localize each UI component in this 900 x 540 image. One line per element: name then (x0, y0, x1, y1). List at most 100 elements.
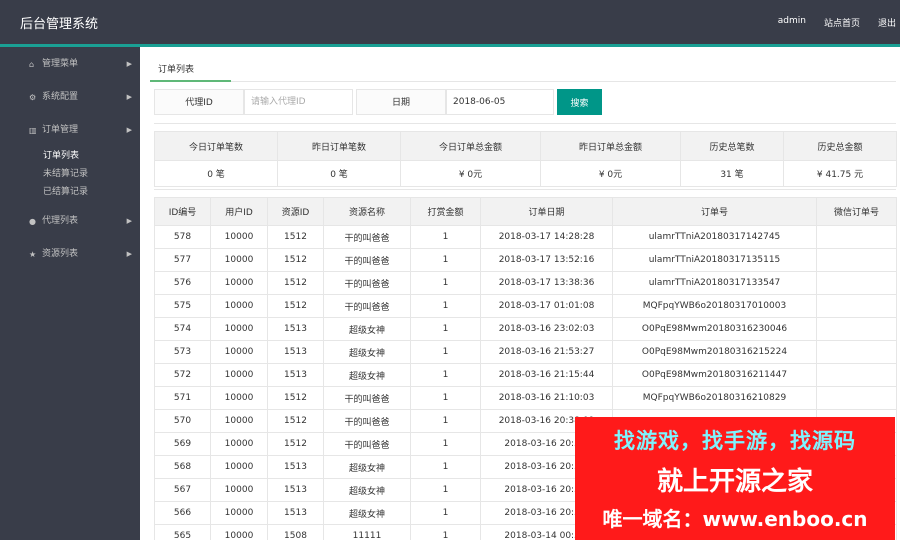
nav-site-home-link[interactable]: 站点首页 (824, 16, 860, 29)
table-row: 574 10000 1513 超级女神 1 2018-03-16 23:02:03 O0Pq… (154, 317, 897, 341)
submenu-settled-records[interactable]: 已结算记录 (0, 183, 140, 201)
sidebar-item-order-manage[interactable]: ▥ 订单管理 ▶ (0, 114, 140, 147)
sidebar-item-resource-list[interactable]: ★ 资源列表 ▶ (0, 238, 140, 271)
summary-value-row: 0 笔0 笔 ¥ 0元 ¥ 0元 31 笔 ¥ 41.75 元 (154, 160, 897, 187)
table-cell: O0PqE98Mwm20180316211447 (612, 363, 817, 387)
summary-value-cell: ¥ 0元 (400, 160, 541, 187)
table-row: 577 10000 1512 干的叫爸爸 1 2018-03-17 13:52:16 ula… (154, 248, 897, 272)
order-submenu: 订单列表 未结算记录 已结算记录 (0, 147, 140, 205)
summary-value-cell: 0 笔 (277, 160, 401, 187)
table-cell: 干的叫爸爸 (323, 271, 411, 295)
table-row: 571 10000 1512 干的叫爸爸 1 2018-03-16 21:10:03 MQF… (154, 386, 897, 410)
table-cell: 1 (410, 271, 481, 295)
search-button[interactable]: 搜索 (557, 89, 602, 115)
app-title: 后台管理系统 (20, 17, 99, 32)
table-cell: 10000 (210, 432, 268, 456)
table-cell: 干的叫爸爸 (323, 432, 411, 456)
table-cell: 10000 (210, 317, 268, 341)
summary-header-cell: 历史总笔数 (680, 131, 784, 161)
table-cell: ulamrTTniA20180317133547 (612, 271, 817, 295)
table-cell: 2018-03-16 23:02:03 (480, 317, 613, 341)
table-cell: O0PqE98Mwm20180316230046 (612, 317, 817, 341)
table-cell: 1 (410, 340, 481, 364)
table-row: 572 10000 1513 超级女神 1 2018-03-16 21:15:44 O0Pq… (154, 363, 897, 387)
table-cell: 10000 (210, 294, 268, 318)
table-row: 573 10000 1513 超级女神 1 2018-03-16 21:53:27 O0Pq… (154, 340, 897, 364)
table-cell (816, 363, 897, 387)
table-cell: 574 (154, 317, 211, 341)
table-cell: 干的叫爸爸 (323, 386, 411, 410)
star-icon: ★ (29, 250, 37, 259)
tab-order-list[interactable]: 订单列表 (158, 62, 194, 81)
sidebar-item-label: 订单管理 (42, 125, 79, 135)
chevron-right-icon: ▶ (126, 217, 132, 225)
table-cell: 573 (154, 340, 211, 364)
table-cell: 1512 (267, 294, 324, 318)
table-cell: 1 (410, 478, 481, 502)
table-cell: 2018-03-17 14:28:28 (480, 225, 613, 249)
gears-icon: ⚙ (29, 93, 37, 102)
sidebar-item-label: 资源列表 (42, 249, 79, 259)
chevron-right-icon: ▶ (126, 250, 132, 258)
sidebar-item-system-config[interactable]: ⚙ 系统配置 ▶ (0, 81, 140, 114)
table-cell (816, 340, 897, 364)
home-icon: ⌂ (29, 60, 35, 69)
orders-header-cell: 用户ID (210, 197, 268, 226)
divider (154, 123, 896, 124)
table-cell: 1513 (267, 317, 324, 341)
tab-active-indicator (150, 80, 231, 82)
table-cell: 575 (154, 294, 211, 318)
summary-header-cell: 昨日订单笔数 (277, 131, 401, 161)
table-cell (816, 271, 897, 295)
table-cell: 2018-03-16 21:53:27 (480, 340, 613, 364)
date-label: 日期 (356, 89, 446, 115)
sidebar-item-manage-menu[interactable]: ⌂ 管理菜单 ▶ (0, 48, 140, 81)
sidebar-item-agent-list[interactable]: ● 代理列表 ▶ (0, 205, 140, 238)
orders-header-cell: 资源ID (267, 197, 324, 226)
user-icon: ● (29, 217, 36, 226)
chevron-right-icon: ▶ (126, 60, 132, 68)
table-cell: 565 (154, 524, 211, 540)
summary-header-cell: 历史总金额 (783, 131, 897, 161)
table-cell: MQFpqYWB6o20180317010003 (612, 294, 817, 318)
table-cell: 2018-03-17 01:01:08 (480, 294, 613, 318)
table-cell: 10000 (210, 225, 268, 249)
table-cell: 568 (154, 455, 211, 479)
agent-id-input[interactable] (244, 89, 353, 115)
table-cell: 1512 (267, 386, 324, 410)
table-cell: 567 (154, 478, 211, 502)
table-cell: 1513 (267, 455, 324, 479)
table-cell: O0PqE98Mwm20180316215224 (612, 340, 817, 364)
table-cell: 1513 (267, 340, 324, 364)
table-cell (816, 248, 897, 272)
agent-id-label: 代理ID (154, 89, 244, 115)
table-cell: 超级女神 (323, 455, 411, 479)
table-cell: 1 (410, 432, 481, 456)
table-cell: 1 (410, 524, 481, 540)
table-cell: 1512 (267, 225, 324, 249)
submenu-order-list[interactable]: 订单列表 (0, 147, 140, 165)
table-cell: 566 (154, 501, 211, 525)
table-cell: 2018-03-17 13:38:36 (480, 271, 613, 295)
table-cell: 576 (154, 271, 211, 295)
table-cell: 10000 (210, 524, 268, 540)
summary-value-cell: ¥ 0元 (540, 160, 681, 187)
nav-logout-link[interactable]: 退出 (878, 16, 896, 29)
table-cell: 11111 (323, 524, 411, 540)
sidebar: ⌂ 管理菜单 ▶ ⚙ 系统配置 ▶ ▥ 订单管理 ▶ 订单列表 未结算记录 已结… (0, 47, 140, 540)
submenu-unsettled-records[interactable]: 未结算记录 (0, 165, 140, 183)
table-cell: 干的叫爸爸 (323, 225, 411, 249)
nav-admin-link[interactable]: admin (778, 16, 806, 29)
table-cell: 超级女神 (323, 317, 411, 341)
table-cell (816, 294, 897, 318)
summary-value-cell: 0 笔 (154, 160, 278, 187)
table-cell: ulamrTTniA20180317135115 (612, 248, 817, 272)
table-cell: 1508 (267, 524, 324, 540)
date-input[interactable] (446, 89, 554, 115)
table-cell: 1 (410, 225, 481, 249)
table-cell: 1512 (267, 248, 324, 272)
orders-header-cell: 打赏金额 (410, 197, 481, 226)
watermark-banner: 找游戏，找手游，找源码 就上开源之家 唯一域名：www.enboo.cn (575, 417, 895, 540)
table-cell: 2018-03-17 13:52:16 (480, 248, 613, 272)
tab-bar: 订单列表 (150, 57, 896, 82)
